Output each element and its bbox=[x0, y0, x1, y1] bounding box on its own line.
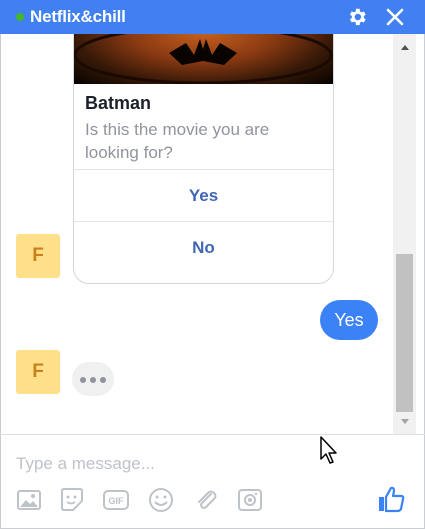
image-icon[interactable] bbox=[16, 487, 42, 513]
camera-icon[interactable] bbox=[237, 487, 263, 513]
card-question: Is this the movie you are looking for? bbox=[85, 120, 270, 162]
bot-avatar[interactable]: F bbox=[16, 234, 60, 278]
user-message-bubble: Yes bbox=[320, 300, 378, 340]
gear-icon[interactable] bbox=[346, 6, 368, 28]
bot-avatar[interactable]: F bbox=[16, 350, 60, 394]
typing-dot bbox=[90, 377, 96, 383]
like-icon[interactable] bbox=[376, 484, 406, 514]
svg-text:GIF: GIF bbox=[109, 496, 125, 506]
no-button[interactable]: No bbox=[74, 221, 333, 274]
movie-title: Batman bbox=[85, 93, 152, 113]
gif-icon[interactable]: GIF bbox=[103, 487, 129, 513]
emoji-icon[interactable] bbox=[148, 487, 174, 513]
typing-indicator bbox=[72, 362, 114, 396]
typing-dot bbox=[100, 377, 106, 383]
composer-divider bbox=[0, 434, 425, 435]
bat-logo-icon bbox=[74, 34, 333, 85]
movie-card: Batman Is this the movie you are looking… bbox=[73, 34, 334, 284]
yes-button[interactable]: Yes bbox=[74, 169, 333, 222]
scroll-up-arrow-icon[interactable] bbox=[399, 42, 411, 52]
message-list[interactable]: Batman Is this the movie you are looking… bbox=[0, 34, 392, 434]
scrollbar-thumb[interactable] bbox=[396, 254, 413, 412]
scroll-down-arrow-icon[interactable] bbox=[399, 417, 411, 427]
close-icon[interactable] bbox=[384, 6, 406, 28]
online-status-icon bbox=[16, 13, 24, 21]
message-input[interactable] bbox=[16, 452, 316, 476]
mouse-cursor-icon bbox=[320, 436, 337, 464]
movie-poster-image[interactable] bbox=[74, 34, 333, 85]
chat-title[interactable]: Netflix&chill bbox=[30, 7, 126, 27]
chat-header[interactable]: Netflix&chill bbox=[0, 0, 425, 34]
attachment-icon[interactable] bbox=[193, 487, 219, 513]
sticker-icon[interactable] bbox=[59, 487, 85, 513]
typing-dot bbox=[80, 377, 86, 383]
